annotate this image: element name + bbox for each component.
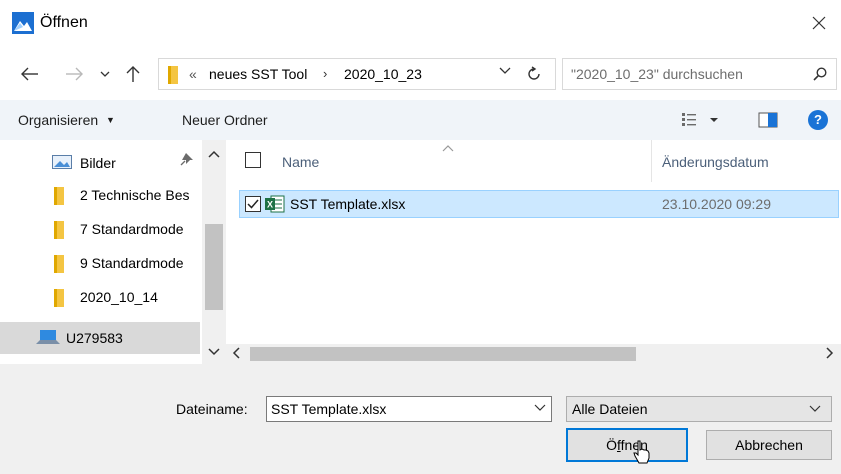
nav-item-folder[interactable]: 2020_10_14 — [0, 282, 200, 312]
breadcrumb-item[interactable]: neues SST Tool — [209, 65, 307, 83]
filetype-select[interactable]: Alle Dateien — [566, 396, 832, 422]
address-dropdown-button[interactable] — [499, 67, 511, 75]
scroll-down-icon[interactable] — [208, 348, 220, 356]
folder-icon — [165, 65, 181, 85]
new-folder-button[interactable]: Neuer Ordner — [176, 106, 274, 134]
column-header-date[interactable]: Änderungsdatum — [662, 152, 769, 172]
file-date: 23.10.2020 09:29 — [662, 196, 771, 212]
cancel-button[interactable]: Abbrechen — [706, 430, 832, 460]
app-photo-icon — [12, 12, 34, 34]
row-checkbox[interactable] — [245, 196, 261, 212]
nav-item-label: U279583 — [66, 330, 123, 346]
organize-label: Organisieren — [18, 112, 99, 128]
nav-item-folder[interactable]: 7 Standardmode — [0, 214, 200, 244]
refresh-button[interactable] — [521, 63, 547, 85]
arrow-up-icon — [126, 66, 140, 82]
checkmark-icon — [247, 199, 259, 209]
filename-label: Dateiname: — [176, 401, 248, 417]
nav-item-pictures[interactable]: Bilder — [0, 148, 200, 178]
chevron-down-icon — [499, 67, 511, 74]
arrow-right-icon — [66, 67, 83, 81]
window-title: Öffnen — [40, 14, 88, 31]
breadcrumb-item[interactable]: 2020_10_23 — [344, 65, 422, 83]
excel-icon: X — [265, 195, 285, 213]
folder-icon — [52, 255, 66, 273]
back-button[interactable] — [16, 60, 44, 88]
open-label-prefix: Ö — [606, 437, 617, 453]
nav-item-label: 2 Technische Bes — [80, 187, 190, 203]
arrow-left-icon — [21, 67, 38, 81]
column-divider[interactable] — [651, 140, 652, 182]
help-button[interactable]: ? — [808, 110, 828, 130]
organize-button[interactable]: Organisieren ▼ — [10, 106, 123, 134]
nav-item-label: 9 Standardmode — [80, 255, 184, 271]
change-view-button[interactable] — [680, 108, 728, 132]
search-input[interactable]: "2020_10_23" durchsuchen — [571, 65, 743, 83]
filetype-value: Alle Dateien — [572, 401, 648, 417]
open-button[interactable]: Öffnen — [566, 428, 688, 462]
filename-input[interactable] — [266, 396, 552, 422]
pictures-icon — [52, 155, 72, 169]
folder-icon — [52, 221, 66, 239]
address-overflow[interactable]: « — [189, 65, 197, 83]
breadcrumb-separator[interactable]: › — [323, 65, 327, 83]
folder-icon — [52, 289, 66, 307]
forward-button[interactable] — [60, 60, 88, 88]
preview-pane-button[interactable] — [756, 108, 780, 132]
search-icon[interactable] — [813, 67, 827, 81]
chevron-down-icon — [809, 405, 821, 413]
nav-item-computer[interactable]: U279583 — [0, 322, 200, 354]
address-bar[interactable]: « neues SST Tool › 2020_10_23 — [158, 58, 556, 90]
nav-scrollbar[interactable] — [202, 140, 226, 364]
mouse-cursor-icon — [632, 440, 652, 464]
view-list-icon — [682, 113, 718, 126]
caret-down-icon: ▼ — [106, 115, 115, 125]
scroll-left-icon[interactable] — [232, 347, 240, 359]
chevron-down-icon — [100, 71, 110, 77]
nav-item-folder[interactable]: 2 Technische Bes — [0, 180, 200, 210]
filename-history-dropdown[interactable] — [534, 404, 546, 412]
scroll-thumb[interactable] — [250, 347, 636, 361]
navigation-pane: Bilder 2 Technische Bes 7 Standardmode 9… — [0, 140, 226, 364]
refresh-icon — [528, 66, 540, 80]
preview-pane-icon — [758, 112, 778, 128]
horizontal-scrollbar[interactable] — [226, 344, 841, 364]
recent-locations-button[interactable] — [97, 60, 113, 88]
nav-item-folder[interactable]: 9 Standardmode — [0, 248, 200, 278]
dialog-footer: Dateiname: Alle Dateien Öffnen Abbrechen — [0, 364, 841, 474]
svg-text:X: X — [267, 200, 273, 210]
folder-icon — [52, 187, 66, 205]
title-bar: Öffnen — [0, 0, 841, 52]
close-button[interactable] — [802, 8, 836, 38]
scroll-thumb[interactable] — [205, 224, 223, 310]
computer-icon — [36, 330, 60, 344]
chevron-down-icon — [534, 404, 546, 411]
file-row[interactable]: X SST Template.xlsx 23.10.2020 09:29 — [239, 190, 839, 218]
command-toolbar: Organisieren ▼ Neuer Ordner ? — [0, 100, 841, 140]
scroll-right-icon[interactable] — [826, 347, 834, 359]
select-all-checkbox[interactable] — [245, 152, 261, 168]
nav-item-label: 7 Standardmode — [80, 221, 184, 237]
up-button[interactable] — [120, 60, 146, 88]
pin-icon[interactable] — [180, 152, 194, 166]
nav-item-label: 2020_10_14 — [80, 289, 158, 305]
search-box[interactable]: "2020_10_23" durchsuchen — [562, 58, 837, 90]
scroll-up-icon[interactable] — [208, 150, 220, 158]
file-list: Name Änderungsdatum X SST Template.xlsx … — [226, 140, 841, 364]
column-header-name[interactable]: Name — [282, 152, 319, 172]
file-name: SST Template.xlsx — [290, 196, 406, 212]
close-icon — [812, 16, 826, 30]
sort-ascending-icon — [442, 144, 454, 152]
